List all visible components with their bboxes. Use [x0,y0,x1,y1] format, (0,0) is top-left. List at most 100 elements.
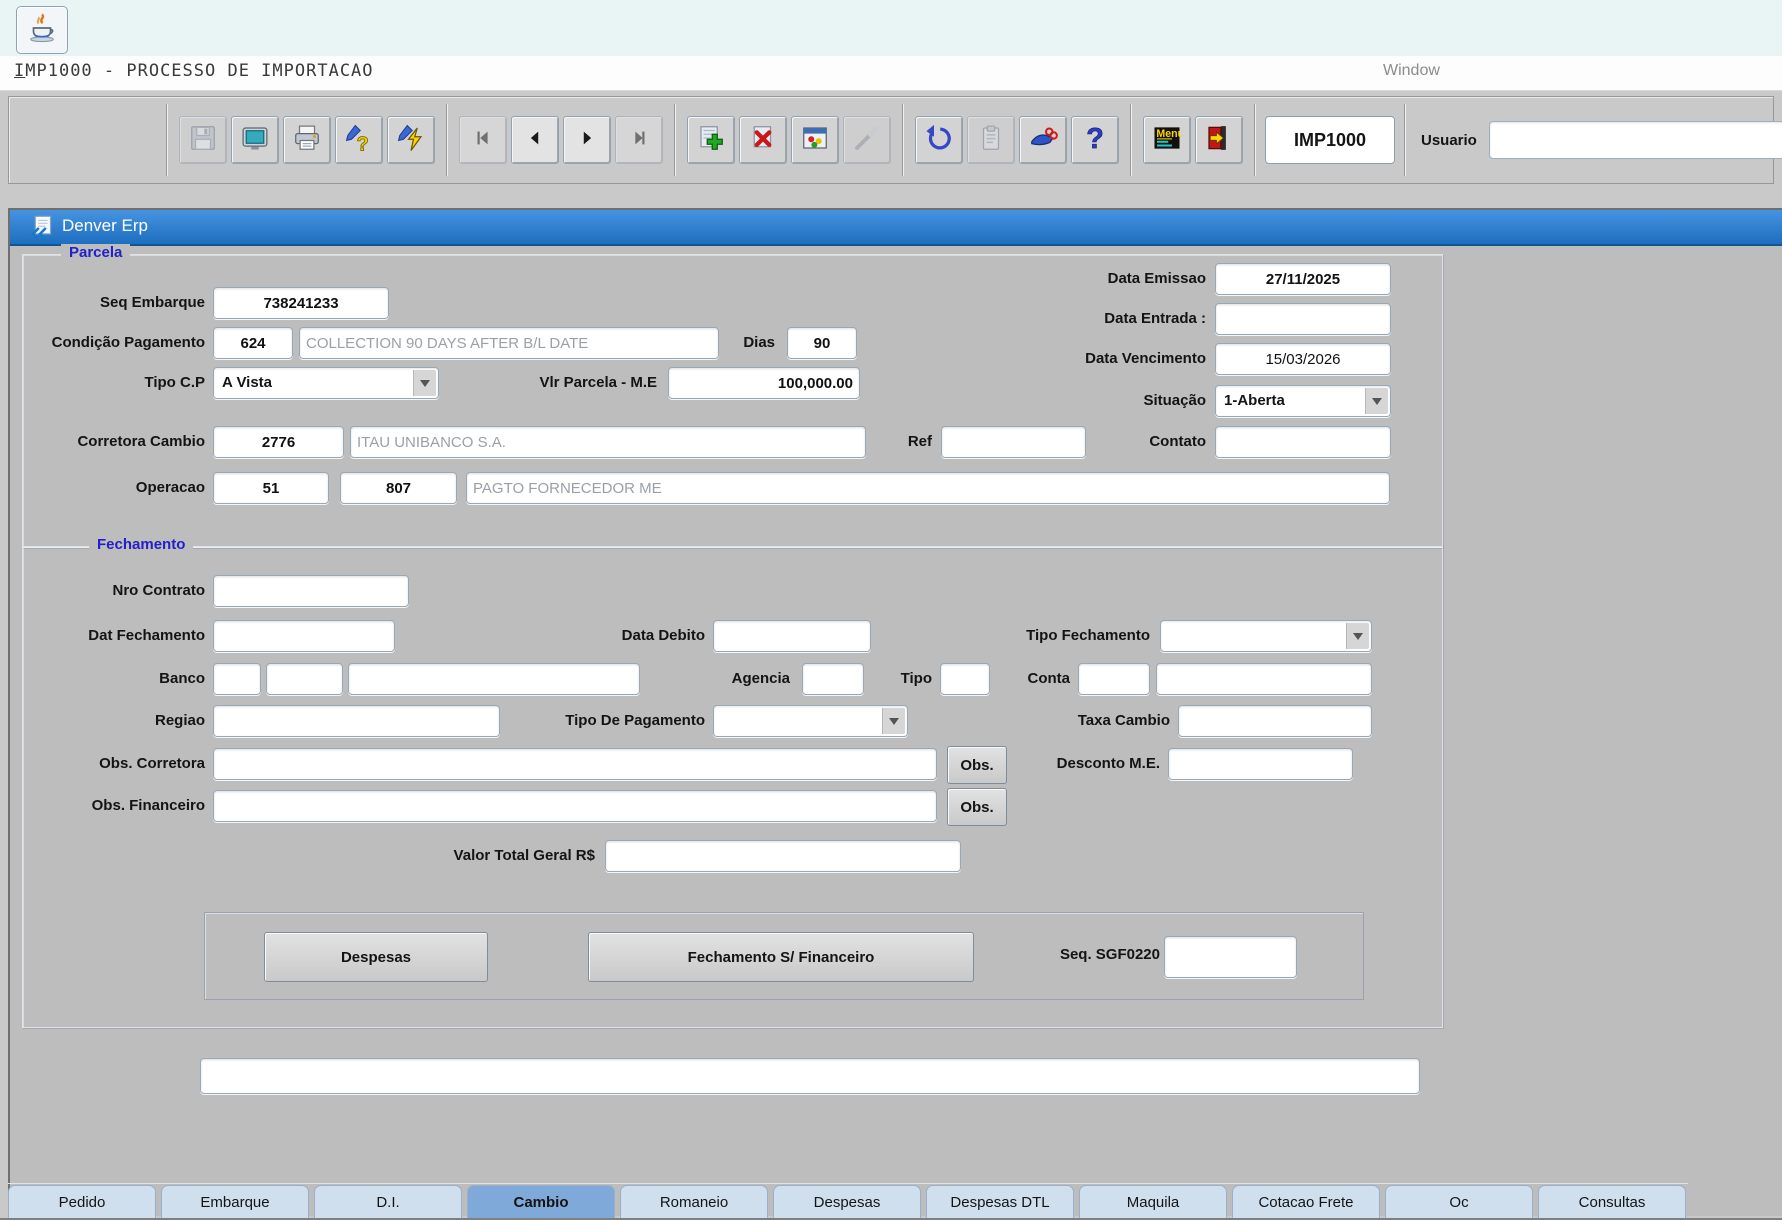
despesas-button[interactable]: Despesas [264,932,488,982]
tipo-fechamento-dropdown[interactable] [1160,620,1372,652]
condicao-pagamento-code-field[interactable] [213,327,293,359]
java-app-button[interactable] [16,6,68,54]
obs-corretora-field[interactable] [213,748,937,780]
wand-button[interactable] [843,116,891,164]
tipo-field[interactable] [940,663,990,695]
toolbar: ? ? Me [8,96,1774,184]
usuario-input[interactable] [1489,121,1782,159]
data-entrada-field[interactable] [1215,303,1391,335]
delete-record-button[interactable] [739,116,787,164]
regiao-label: Regiao [20,710,205,732]
tab-di[interactable]: D.I. [314,1185,462,1219]
obs-financeiro-field[interactable] [213,790,937,822]
ref-field[interactable] [941,426,1086,458]
print-button[interactable] [283,116,331,164]
undo-button[interactable] [915,116,963,164]
tab-consultas[interactable]: Consultas [1538,1185,1686,1219]
module-code-box: IMP1000 [1265,116,1395,164]
taxa-cambio-field[interactable] [1178,705,1372,737]
tab-pedido[interactable]: Pedido [8,1185,156,1219]
dias-label: Dias [715,332,775,354]
obs-corretora-button[interactable]: Obs. [947,746,1007,784]
obs-financeiro-label: Obs. Financeiro [20,795,205,817]
wand-icon [852,123,882,158]
fechamento-financeiro-button[interactable]: Fechamento S/ Financeiro [588,932,974,982]
nro-contrato-label: Nro Contrato [20,580,205,602]
tipo-pagamento-label: Tipo De Pagamento [533,710,705,732]
exit-button[interactable] [1195,116,1243,164]
agencia-label: Agencia [712,668,790,690]
screen-button[interactable] [231,116,279,164]
tab-despesas[interactable]: Despesas [773,1185,921,1219]
condicao-pagamento-desc-field [299,327,719,359]
status-message-field[interactable] [200,1058,1420,1094]
next-record-button[interactable] [563,116,611,164]
tab-embarque[interactable]: Embarque [161,1185,309,1219]
corretora-cambio-code-field[interactable] [213,426,344,458]
svg-text:?: ? [1086,123,1104,153]
tab-bar: Pedido Embarque D.I. Cambio Romaneio Des… [8,1185,1686,1219]
tab-maquila[interactable]: Maquila [1079,1185,1227,1219]
operacao-desc-field [466,472,1390,504]
dias-field[interactable] [787,327,857,359]
menu-button[interactable]: Menu [1143,116,1191,164]
tab-despesas-dtl[interactable]: Despesas DTL [926,1185,1074,1219]
next-record-icon [576,127,598,154]
contato-field[interactable] [1215,426,1391,458]
dat-fechamento-field[interactable] [213,620,395,652]
tipo-pagamento-dropdown[interactable] [713,705,908,737]
desconto-me-label: Desconto M.E. [1028,753,1160,775]
operacao-code2-field[interactable] [340,472,457,504]
desconto-me-field[interactable] [1168,748,1353,780]
insert-record-button[interactable] [687,116,735,164]
data-vencimento-field[interactable] [1215,343,1391,375]
clipboard-button[interactable] [967,116,1015,164]
banco-code1-field[interactable] [213,663,261,695]
conta-code-field[interactable] [1078,663,1150,695]
conta-label: Conta [1012,668,1070,690]
menu-item-window[interactable]: Window [1383,62,1440,80]
data-debito-field[interactable] [713,620,871,652]
last-record-button[interactable] [615,116,663,164]
conta-field[interactable] [1156,663,1372,695]
operacao-code1-field[interactable] [213,472,329,504]
document-icon [26,214,54,247]
vlr-parcela-field[interactable] [668,367,860,399]
tab-cotacao-frete[interactable]: Cotacao Frete [1232,1185,1380,1219]
obs-financeiro-button[interactable]: Obs. [947,788,1007,826]
data-emissao-field[interactable] [1215,263,1391,295]
regiao-field[interactable] [213,705,500,737]
tipo-cp-dropdown[interactable]: A Vista [213,367,439,399]
chevron-down-icon [413,370,436,396]
usuario-label: Usuario [1421,132,1477,149]
taxa-cambio-label: Taxa Cambio [1038,710,1170,732]
situacao-dropdown[interactable]: 1-Aberta [1215,385,1391,417]
nro-contrato-field[interactable] [213,575,409,607]
previous-record-button[interactable] [511,116,559,164]
banco-desc-field[interactable] [348,663,640,695]
insert-record-icon [696,123,726,158]
seq-embarque-field[interactable] [213,287,389,319]
seq-sgf-field[interactable] [1164,936,1297,978]
tab-canvas-line [8,1183,1688,1184]
execute-query-button[interactable] [387,116,435,164]
tipo-cp-value: A Vista [222,374,272,391]
enter-query-button[interactable]: ? [335,116,383,164]
banco-code2-field[interactable] [266,663,343,695]
tab-cambio[interactable]: Cambio [467,1185,615,1219]
chevron-down-icon [1346,623,1369,649]
tab-romaneio[interactable]: Romaneio [620,1185,768,1219]
keys-button[interactable] [1019,116,1067,164]
corretora-cambio-desc-field [350,426,866,458]
help-button[interactable]: ? [1071,116,1119,164]
data-entrada-label: Data Entrada : [1030,308,1206,330]
tab-oc[interactable]: Oc [1385,1185,1533,1219]
save-button[interactable] [179,116,227,164]
toolbar-separator [1404,104,1406,176]
first-record-button[interactable] [459,116,507,164]
fechamento-group-title: Fechamento [89,536,193,553]
list-of-values-button[interactable] [791,116,839,164]
agencia-field[interactable] [802,663,864,695]
valor-total-field[interactable] [605,840,961,872]
toolbar-separator [674,104,676,176]
